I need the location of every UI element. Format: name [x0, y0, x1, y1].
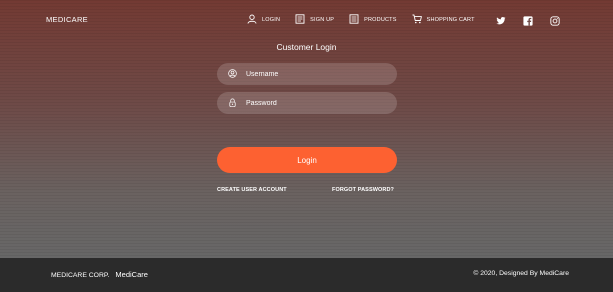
footer-company: MEDICARE CORP. MediCare	[51, 270, 148, 279]
nav-shopping-cart[interactable]: SHOPPING CART	[412, 14, 475, 26]
footer-copyright: © 2020, Designed By MediCare	[473, 270, 569, 277]
lock-icon	[217, 94, 246, 112]
username-input[interactable]	[246, 70, 386, 78]
user-icon	[247, 14, 262, 26]
login-title: Customer Login	[276, 42, 337, 52]
footer: MEDICARE CORP. MediCare © 2020, Designed …	[0, 258, 613, 292]
twitter-icon	[496, 13, 506, 31]
signup-form-icon	[295, 14, 310, 26]
nav-products-label: PRODUCTS	[364, 17, 397, 23]
username-field	[217, 63, 397, 85]
facebook-icon	[523, 13, 533, 31]
products-list-icon	[349, 14, 364, 26]
main-nav: LOGIN SIGN UP PRODUCTS SHOPPING CART	[247, 12, 475, 28]
facebook-link[interactable]	[523, 13, 533, 31]
instagram-icon	[550, 13, 560, 31]
shopping-cart-icon	[412, 14, 427, 26]
nav-shopping-cart-label: SHOPPING CART	[426, 17, 475, 23]
nav-signup[interactable]: SIGN UP	[295, 14, 334, 26]
brand-logo[interactable]: MEDICARE	[46, 15, 88, 24]
instagram-link[interactable]	[550, 13, 560, 31]
login-button[interactable]: Login	[217, 147, 397, 173]
nav-login[interactable]: LOGIN	[247, 14, 280, 26]
password-field	[217, 92, 397, 114]
nav-signup-label: SIGN UP	[310, 17, 335, 23]
password-input[interactable]	[246, 99, 386, 107]
user-circle-icon	[217, 65, 246, 83]
nav-login-label: LOGIN	[262, 17, 281, 23]
footer-company-label: MEDICARE CORP.	[51, 272, 110, 279]
twitter-link[interactable]	[496, 13, 506, 31]
hero-section: MEDICARE LOGIN SIGN UP PRODUCTS SHOPPING…	[0, 0, 613, 258]
create-account-link[interactable]: CREATE USER ACCOUNT	[217, 187, 287, 193]
nav-products[interactable]: PRODUCTS	[349, 14, 396, 26]
forgot-password-link[interactable]: FORGOT PASSWORD?	[332, 187, 394, 193]
footer-brand-name: MediCare	[115, 270, 148, 279]
